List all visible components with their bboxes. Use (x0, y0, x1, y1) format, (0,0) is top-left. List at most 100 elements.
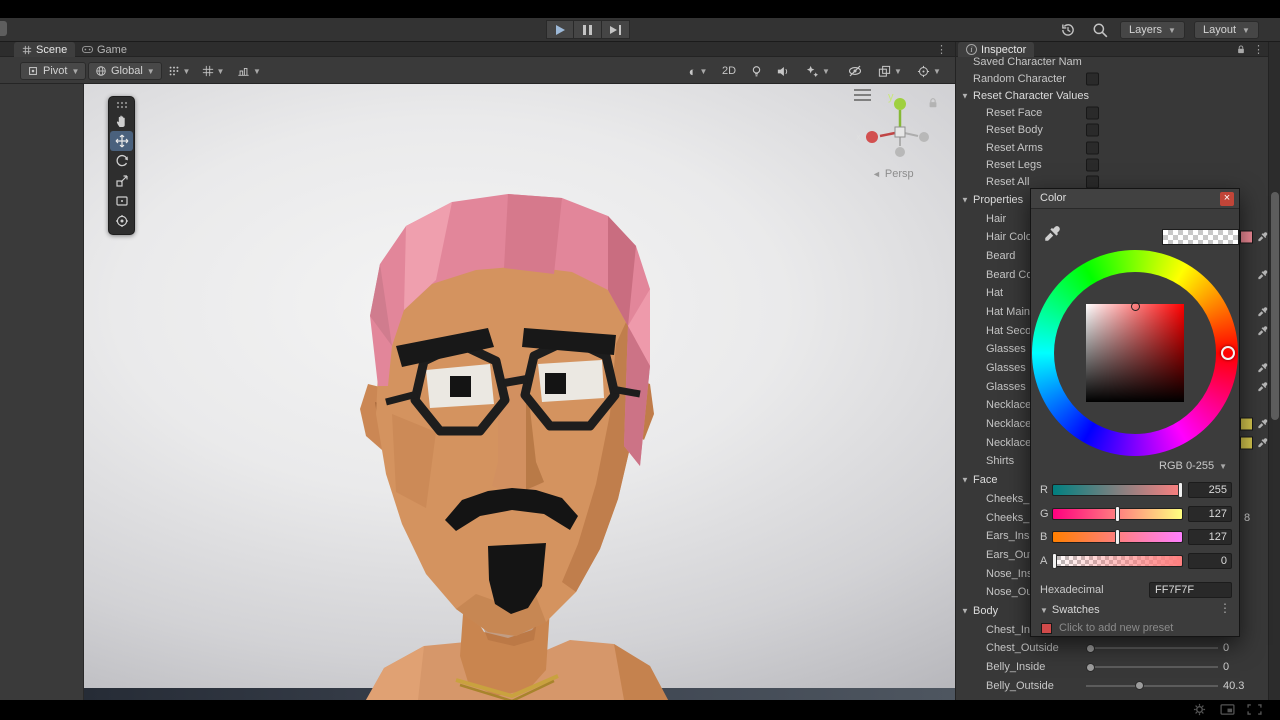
tab-inspector[interactable]: i Inspector (958, 42, 1035, 57)
2d-toggle[interactable]: 2D (722, 62, 736, 80)
search-button[interactable] (1092, 22, 1108, 38)
inspector-row-reset-legs[interactable]: Reset Legs (956, 156, 1268, 173)
checkbox[interactable] (1086, 158, 1099, 172)
inspector-panel-menu-icon[interactable]: ⋮ (1253, 43, 1264, 56)
scene-orientation-gizmo[interactable]: y x (854, 86, 946, 166)
inspector-row-random-character[interactable]: Random Character (956, 70, 1268, 87)
scene-panel-menu-icon[interactable]: ⋮ (936, 43, 947, 56)
move-tool-button[interactable] (110, 131, 133, 151)
foldout-arrow[interactable]: ▼ (961, 195, 969, 204)
slider-track[interactable] (1086, 643, 1218, 653)
view-tool-button[interactable] (110, 111, 133, 131)
checkbox[interactable] (1086, 141, 1099, 155)
slider-knob[interactable] (1086, 662, 1095, 672)
channel-value[interactable]: 0 (1188, 552, 1232, 569)
add-preset-hint[interactable]: Click to add new preset (1059, 622, 1173, 634)
color-swatch[interactable] (1240, 436, 1253, 450)
preset-swatch[interactable] (1041, 623, 1052, 634)
audio-toggle[interactable] (776, 62, 789, 80)
slider-track[interactable] (1086, 662, 1218, 672)
eyedropper-icon[interactable] (1257, 306, 1268, 317)
swatches-foldout[interactable]: ▼ Swatches (1040, 604, 1100, 616)
saturation-value-box[interactable] (1086, 304, 1184, 402)
eyedropper-icon[interactable] (1257, 232, 1268, 243)
grid-snap-dropdown[interactable]: ▼ (198, 62, 228, 80)
player-miniplayer-icon[interactable] (1220, 704, 1235, 715)
effects-dropdown[interactable]: ▼ (804, 62, 832, 80)
checkbox[interactable] (1086, 72, 1099, 86)
gizmo-center-cube[interactable] (894, 126, 906, 138)
scene-viewport[interactable]: y x ◄ Persp (84, 84, 955, 700)
slider-knob[interactable] (1086, 643, 1095, 653)
eyedropper-icon[interactable] (1257, 269, 1268, 280)
foldout-arrow[interactable]: ▼ (961, 606, 969, 615)
channel-value[interactable]: 127 (1188, 505, 1232, 522)
color-swatch[interactable] (1240, 417, 1253, 431)
channel-track[interactable] (1052, 554, 1183, 567)
axis-down-handle[interactable] (895, 147, 905, 157)
tab-game[interactable]: Game (74, 42, 135, 57)
slider-knob[interactable] (1134, 681, 1144, 691)
channel-value[interactable]: 127 (1188, 529, 1232, 545)
hue-selector[interactable] (1221, 346, 1235, 360)
gizmos-dropdown[interactable]: ▼ (914, 62, 944, 80)
shading-mode-dropdown[interactable]: ◐ ▼ (684, 62, 712, 80)
player-settings-gear-icon[interactable] (1193, 703, 1206, 716)
collab-history-button[interactable] (1060, 22, 1076, 38)
checkbox[interactable] (1086, 123, 1099, 137)
player-fullscreen-icon[interactable] (1247, 704, 1262, 715)
hex-input[interactable]: FF7F7F (1149, 582, 1232, 598)
axis-x-handle[interactable] (866, 131, 878, 143)
character-model[interactable] (84, 84, 955, 700)
eyedropper-icon[interactable] (1257, 381, 1268, 392)
rect-tool-button[interactable] (110, 191, 133, 211)
swatches-menu-icon[interactable]: ⋮ (1219, 601, 1231, 615)
eyedropper-icon[interactable] (1257, 363, 1268, 374)
inspector-scrollbar[interactable] (1268, 42, 1280, 700)
eyedropper-icon[interactable] (1257, 437, 1268, 448)
pause-button[interactable] (574, 20, 602, 39)
projection-toggle[interactable]: ◄ Persp (872, 168, 914, 180)
checkbox[interactable] (1086, 106, 1099, 120)
pivot-dropdown[interactable]: Pivot ▼ (20, 62, 87, 80)
inspector-row-belly-inside[interactable]: Belly_Inside 0 (956, 658, 1268, 677)
rotate-tool-button[interactable] (110, 151, 133, 171)
inspector-row-reset-character-values[interactable]: ▼ Reset Character Values (956, 87, 1268, 104)
scale-tool-button[interactable] (110, 171, 133, 191)
layers-dropdown[interactable]: Layers ▼ (1120, 21, 1185, 39)
increment-snap-dropdown[interactable]: ▼ (232, 62, 266, 80)
channel-knob[interactable] (1178, 482, 1183, 498)
inspector-row-reset-body[interactable]: Reset Body (956, 122, 1268, 139)
foldout-arrow[interactable]: ▼ (961, 91, 969, 100)
inspector-row-reset-face[interactable]: Reset Face (956, 105, 1268, 122)
eyedropper-icon[interactable] (1257, 419, 1268, 430)
grid-visual-dropdown[interactable]: ▼ (164, 62, 194, 80)
eyedropper-button[interactable] (1043, 225, 1061, 243)
close-button[interactable]: × (1220, 192, 1234, 206)
channel-value[interactable]: 255 (1188, 482, 1232, 498)
inspector-lock-icon[interactable] (1236, 44, 1246, 55)
color-mode-dropdown[interactable]: RGB 0-255 ▼ (1159, 460, 1227, 472)
saturation-value-selector[interactable] (1131, 302, 1140, 311)
global-dropdown[interactable]: Global ▼ (88, 62, 162, 80)
play-button[interactable] (546, 20, 574, 39)
camera-settings-dropdown[interactable]: ▼ (876, 62, 904, 80)
scene-visibility-toggle[interactable] (848, 62, 862, 80)
step-button[interactable] (602, 20, 630, 39)
axis-y-handle[interactable] (894, 98, 906, 110)
tab-scene[interactable]: Scene (14, 42, 76, 57)
foldout-arrow[interactable]: ▼ (961, 476, 969, 485)
color-swatch[interactable] (1240, 230, 1253, 244)
axis-z-handle[interactable] (919, 132, 929, 142)
channel-knob[interactable] (1115, 529, 1120, 545)
inspector-row-belly-outside[interactable]: Belly_Outside 40.3 (956, 676, 1268, 695)
color-picker-titlebar[interactable]: Color × (1031, 189, 1239, 209)
inspector-row-reset-arms[interactable]: Reset Arms (956, 139, 1268, 156)
transform-tool-button[interactable] (110, 211, 133, 231)
channel-knob[interactable] (1115, 505, 1120, 522)
channel-knob[interactable] (1052, 552, 1057, 569)
eyedropper-icon[interactable] (1257, 325, 1268, 336)
scrollbar-thumb[interactable] (1271, 192, 1279, 420)
inspector-row-chest-outside[interactable]: Chest_Outside 0 (956, 639, 1268, 658)
checkbox[interactable] (1086, 175, 1099, 189)
